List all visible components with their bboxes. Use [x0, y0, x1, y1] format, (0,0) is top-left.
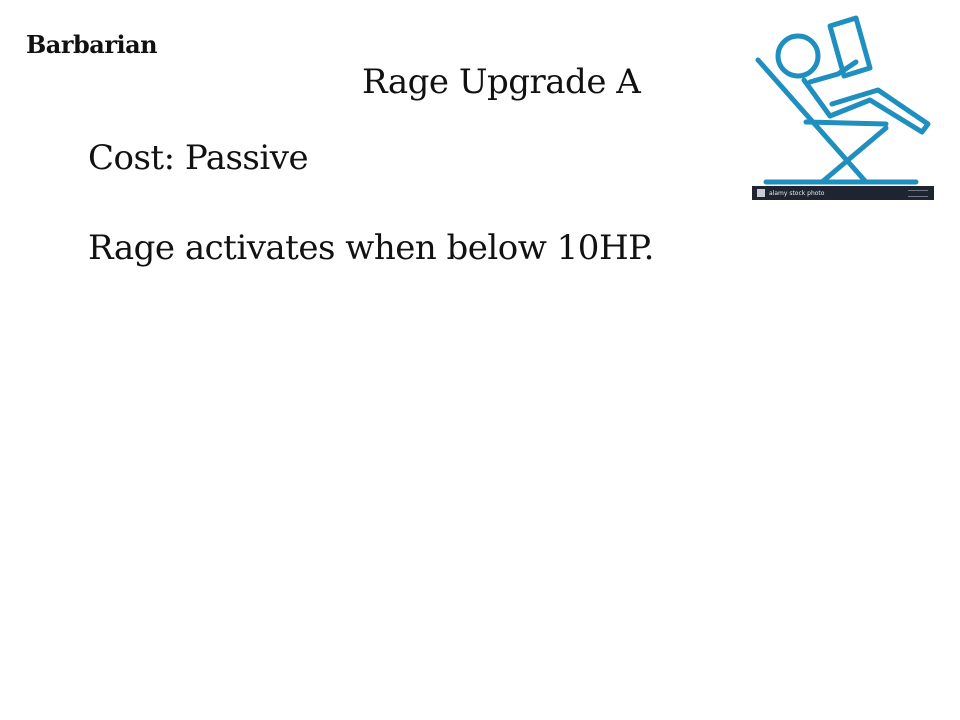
- cost-text: Cost: Passive: [88, 138, 309, 178]
- stick-figure-falling-chair-icon: [755, 15, 931, 185]
- slide-title: Rage Upgrade A: [362, 62, 641, 102]
- class-name-heading: Barbarian: [26, 30, 158, 59]
- stock-watermark-text: alamy stock photo: [769, 189, 825, 197]
- stock-illustration: alamy stock photo: [752, 12, 934, 200]
- slide: Barbarian Rage Upgrade A Cost: Passive R…: [0, 0, 960, 720]
- alamy-logo-icon: [757, 189, 765, 197]
- description-text: Rage activates when below 10HP.: [88, 228, 654, 268]
- stock-watermark-bar: alamy stock photo: [752, 186, 934, 200]
- stock-id-mark: [908, 189, 928, 197]
